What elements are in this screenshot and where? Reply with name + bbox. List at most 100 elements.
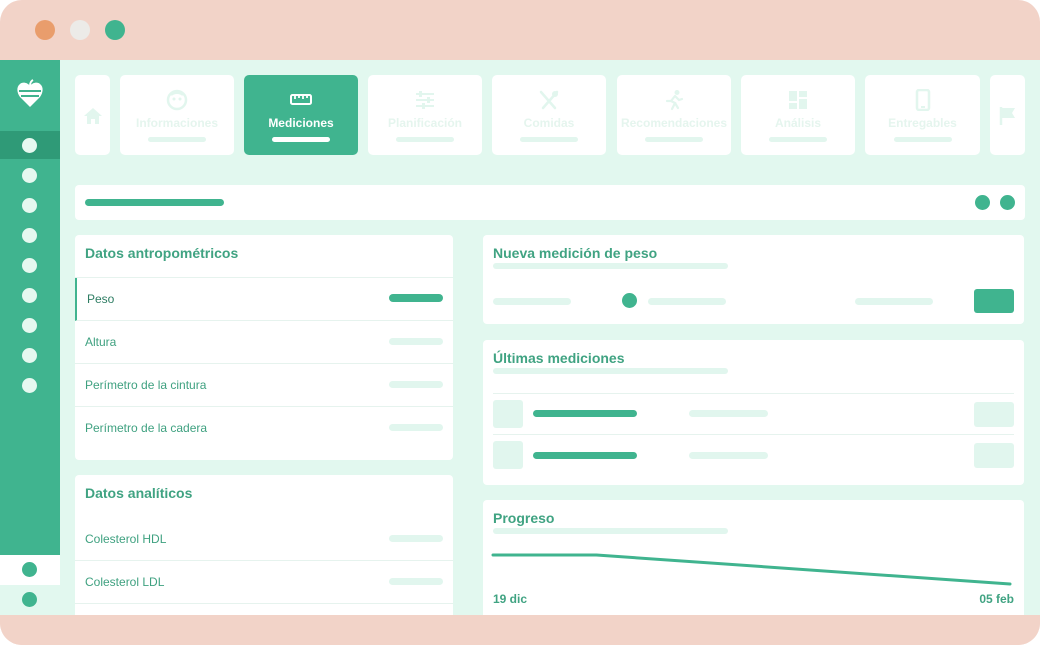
x-tick-label-start: 19 dic: [493, 592, 528, 606]
tab-underline: [645, 137, 703, 142]
tab-analisis[interactable]: Análisis: [741, 75, 855, 155]
row-value-placeholder: [533, 410, 637, 417]
tab-underline: [396, 137, 454, 142]
bottom-bar: [0, 615, 1040, 645]
tab-planificacion[interactable]: Planificación: [368, 75, 482, 155]
value-placeholder: [389, 294, 443, 302]
tab-underline: [893, 137, 952, 142]
tab-underline: [769, 137, 827, 142]
progress-series-line: [491, 553, 1012, 586]
face-icon: [166, 89, 188, 111]
list-item-peso[interactable]: Peso: [75, 278, 453, 321]
tab-underline: [272, 137, 330, 142]
value-placeholder: [389, 578, 443, 585]
maximize-window-button[interactable]: [105, 20, 125, 40]
tab-flag[interactable]: [990, 75, 1025, 155]
row-value-placeholder: [533, 452, 637, 459]
list-item-label: Colesterol LDL: [85, 575, 165, 589]
list-item-hdl[interactable]: Colesterol HDL: [75, 518, 453, 561]
sidebar-item-7[interactable]: [22, 318, 37, 333]
sliders-icon: [416, 91, 434, 109]
last-measurements-title: Últimas mediciones: [493, 350, 625, 366]
tab-label: Comidas: [523, 116, 575, 130]
strip-title-placeholder: [85, 199, 224, 206]
anthropometric-title: Datos antropométricos: [85, 245, 239, 261]
sidebar-bottom-item-1[interactable]: [22, 562, 37, 577]
sidebar-item-1[interactable]: [22, 138, 37, 153]
sidebar-item-8[interactable]: [22, 348, 37, 363]
row-thumbnail: [493, 441, 523, 469]
x-tick-label-end: 05 feb: [979, 592, 1014, 606]
date-picker-dot[interactable]: [622, 293, 637, 308]
phone-icon: [915, 89, 930, 111]
running-icon: [665, 90, 684, 111]
add-measurement-button[interactable]: [974, 289, 1014, 313]
tab-label: Entregables: [888, 116, 957, 130]
sidebar-bottom-slot-1: [0, 555, 60, 585]
sidebar: [0, 60, 60, 615]
sidebar-item-6[interactable]: [22, 288, 37, 303]
tab-underline: [520, 137, 578, 142]
list-item-label: Perímetro de la cadera: [85, 421, 208, 435]
sidebar-bottom-slot-2: [0, 585, 60, 615]
dashboard-icon: [789, 91, 807, 109]
search-strip: [75, 185, 1025, 220]
flag-icon: [999, 107, 1015, 125]
list-item-label: Colesterol HDL: [85, 532, 167, 546]
utensils-icon: [539, 90, 559, 110]
progress-line-chart: [491, 553, 1012, 586]
close-window-button[interactable]: [35, 20, 55, 40]
row-date-placeholder: [689, 410, 768, 417]
new-measurement-card: Nueva medición de peso: [483, 235, 1024, 324]
tab-label: Informaciones: [135, 116, 219, 130]
sidebar-item-4[interactable]: [22, 228, 37, 243]
app-window: Informaciones Mediciones Planificación C…: [0, 0, 1040, 645]
list-item-cadera[interactable]: Perímetro de la cadera: [75, 407, 453, 450]
sidebar-item-3[interactable]: [22, 198, 37, 213]
anthropometric-card: Datos antropométricos Peso Altura Períme…: [75, 235, 453, 460]
sidebar-item-2[interactable]: [22, 168, 37, 183]
value-placeholder: [389, 535, 443, 542]
list-item-label: Altura: [85, 335, 117, 349]
progress-card: Progreso 19 dic 05 feb: [483, 500, 1024, 615]
list-item-altura[interactable]: Altura: [75, 321, 453, 364]
new-measurement-title: Nueva medición de peso: [493, 245, 658, 261]
list-item-ldl[interactable]: Colesterol LDL: [75, 561, 453, 604]
row-action[interactable]: [974, 443, 1014, 468]
sidebar-item-9[interactable]: [22, 378, 37, 393]
tab-label: Planificación: [387, 116, 463, 130]
tab-mediciones[interactable]: Mediciones: [244, 75, 358, 155]
field-placeholder[interactable]: [493, 298, 571, 305]
field-placeholder[interactable]: [648, 298, 726, 305]
list-item-label: Peso: [87, 292, 115, 306]
divider: [493, 393, 1014, 394]
field-placeholder[interactable]: [855, 298, 933, 305]
row-action[interactable]: [974, 402, 1014, 427]
value-placeholder: [389, 381, 443, 388]
tab-label: Análisis: [774, 116, 822, 130]
tab-informaciones[interactable]: Informaciones: [120, 75, 234, 155]
strip-action-2[interactable]: [1000, 195, 1015, 210]
tab-home[interactable]: [75, 75, 110, 155]
list-item-cintura[interactable]: Perímetro de la cintura: [75, 364, 453, 407]
row-thumbnail: [493, 400, 523, 428]
tab-underline: [148, 137, 206, 142]
ruler-icon: [290, 94, 312, 105]
strip-action-1[interactable]: [975, 195, 990, 210]
sidebar-bottom-item-2[interactable]: [22, 592, 37, 607]
heart-apple-logo[interactable]: [14, 78, 46, 110]
tab-recomendaciones[interactable]: Recomendaciones: [617, 75, 731, 155]
list-item-label: Perímetro de la cintura: [85, 378, 207, 392]
tab-comidas[interactable]: Comidas: [492, 75, 606, 155]
minimize-window-button[interactable]: [70, 20, 90, 40]
analytic-title: Datos analíticos: [85, 485, 193, 501]
title-bar: [0, 0, 1040, 60]
tab-label: Recomendaciones: [620, 116, 728, 130]
sidebar-item-5[interactable]: [22, 258, 37, 273]
home-icon: [83, 108, 102, 124]
subtitle-placeholder: [493, 528, 728, 534]
tab-entregables[interactable]: Entregables: [865, 75, 980, 155]
app-content: Informaciones Mediciones Planificación C…: [0, 60, 1040, 615]
analytic-card: Datos analíticos Colesterol HDL Colester…: [75, 475, 453, 615]
tab-label: Mediciones: [268, 116, 334, 130]
